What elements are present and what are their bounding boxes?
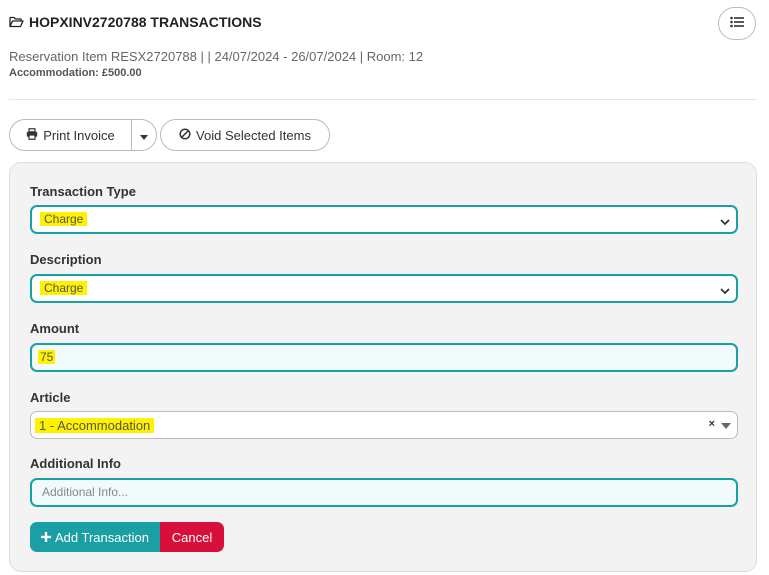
print-button-group: Print Invoice [9, 119, 157, 151]
chevron-down-icon [720, 215, 730, 229]
description-label: Description [30, 252, 102, 267]
page-title: HOPXINV2720788 TRANSACTIONS [9, 14, 262, 30]
amount-label: Amount [30, 321, 80, 336]
list-icon [730, 15, 744, 33]
reservation-details: Reservation Item RESX2720788 | | 24/07/2… [9, 49, 424, 64]
folder-open-icon [9, 16, 24, 28]
list-toggle-button[interactable] [718, 7, 756, 40]
print-icon [26, 127, 38, 143]
add-transaction-button[interactable]: Add Transaction [30, 522, 160, 552]
additional-info-placeholder: Additional Info... [42, 485, 129, 499]
print-options-dropdown[interactable] [132, 119, 157, 151]
void-selected-items-button[interactable]: Void Selected Items [160, 119, 330, 151]
cancel-button[interactable]: Cancel [160, 522, 224, 552]
void-selected-items-label: Void Selected Items [196, 127, 311, 143]
print-invoice-label: Print Invoice [43, 127, 115, 143]
article-value: 1 - Accommodation [35, 418, 155, 433]
amount-input[interactable]: 75 [30, 343, 738, 372]
divider [9, 99, 757, 100]
transaction-form: Transaction Type Charge Description Char… [9, 162, 757, 572]
cancel-label: Cancel [171, 529, 213, 545]
accommodation-total: Accommodation: £500.00 [9, 67, 142, 79]
description-select[interactable]: Charge [30, 274, 738, 303]
description-value: Charge [40, 281, 88, 295]
caret-down-icon [721, 423, 731, 429]
additional-info-input[interactable]: Additional Info... [30, 478, 738, 507]
page-title-text: HOPXINV2720788 TRANSACTIONS [29, 14, 262, 30]
plus-icon [41, 530, 52, 545]
caret-down-icon [140, 128, 148, 143]
article-label: Article [30, 390, 71, 405]
transaction-type-select[interactable]: Charge [30, 205, 738, 234]
amount-value: 75 [38, 350, 56, 364]
clear-selection-icon[interactable]: × [709, 418, 715, 430]
page-header: HOPXINV2720788 TRANSACTIONS [9, 7, 757, 40]
transaction-type-label: Transaction Type [30, 184, 136, 199]
add-transaction-label: Add Transaction [55, 529, 149, 545]
article-select[interactable]: 1 - Accommodation × [30, 411, 738, 439]
additional-info-label: Additional Info [30, 456, 121, 471]
transaction-type-value: Charge [40, 212, 88, 226]
chevron-down-icon [720, 284, 730, 298]
ban-icon [179, 127, 191, 143]
print-invoice-button[interactable]: Print Invoice [9, 119, 132, 151]
